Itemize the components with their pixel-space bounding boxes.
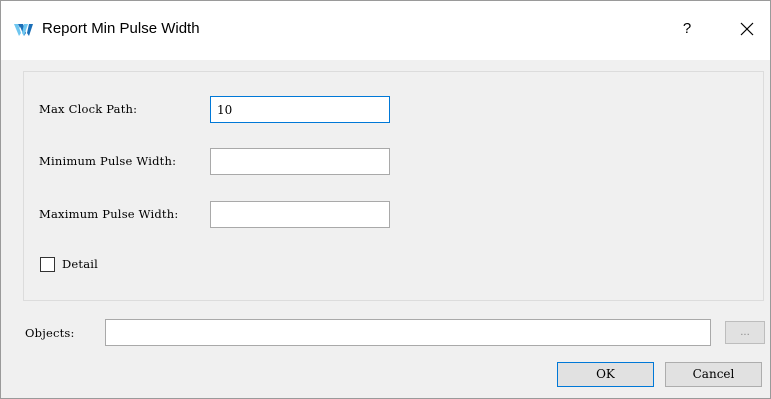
close-icon bbox=[740, 22, 754, 36]
detail-label[interactable]: Detail bbox=[62, 257, 98, 271]
dialog-window: Report Min Pulse Width ? Max Clock Path:… bbox=[0, 0, 771, 399]
help-button[interactable]: ? bbox=[676, 17, 698, 41]
detail-checkbox[interactable] bbox=[40, 257, 55, 272]
max-pulse-width-input[interactable] bbox=[210, 201, 390, 228]
objects-input[interactable] bbox=[105, 319, 711, 346]
cancel-button[interactable]: Cancel bbox=[665, 362, 762, 387]
max-clock-path-input[interactable] bbox=[210, 96, 390, 123]
browse-button[interactable]: ... bbox=[725, 321, 765, 344]
app-logo-icon bbox=[14, 22, 34, 38]
min-pulse-width-label: Minimum Pulse Width: bbox=[39, 154, 177, 168]
window-title: Report Min Pulse Width bbox=[42, 20, 200, 37]
max-pulse-width-label: Maximum Pulse Width: bbox=[39, 207, 179, 221]
objects-label: Objects: bbox=[25, 326, 75, 340]
min-pulse-width-input[interactable] bbox=[210, 148, 390, 175]
max-clock-path-label: Max Clock Path: bbox=[39, 102, 138, 116]
ok-button[interactable]: OK bbox=[557, 362, 654, 387]
title-bar: Report Min Pulse Width ? bbox=[1, 1, 770, 60]
close-button[interactable] bbox=[735, 17, 759, 41]
